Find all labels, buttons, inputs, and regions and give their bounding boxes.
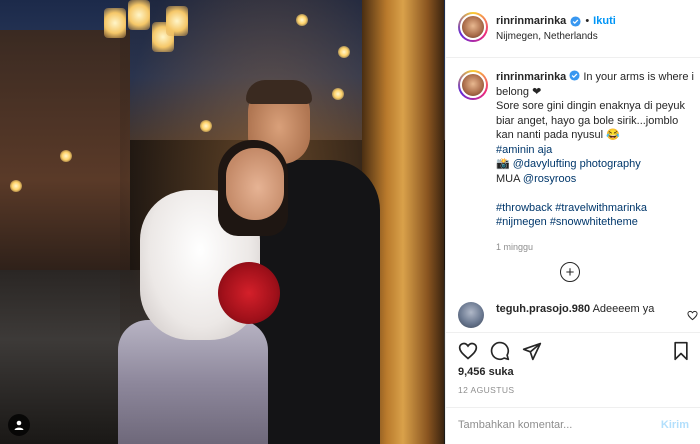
author-username[interactable]: rinrinmarinka — [496, 15, 566, 27]
separator-dot: • — [585, 15, 590, 27]
bookmark-icon[interactable] — [671, 341, 691, 361]
caption-time[interactable]: 1 minggu — [496, 242, 698, 252]
comment-text: teguh.prasojo.980 Adeeeem ya — [496, 302, 676, 316]
mention-link[interactable]: @davylufting photography — [513, 158, 641, 170]
post-location[interactable]: Nijmegen, Netherlands — [496, 31, 598, 42]
caption-username[interactable]: rinrinmarinka — [496, 71, 566, 83]
post-comment-button[interactable]: Kirim — [661, 419, 689, 431]
bookmark-button[interactable] — [671, 341, 691, 364]
hashtag-link[interactable]: #nijmegen #snowwhitetheme — [496, 216, 638, 228]
photo-woman-face — [226, 148, 284, 220]
string-light — [200, 120, 212, 132]
verified-icon — [569, 70, 580, 81]
comment-body: Adeeeem ya — [592, 303, 655, 315]
string-light — [332, 88, 344, 100]
post-header: rinrinmarinka • Ikuti Nijmegen, Netherla… — [446, 0, 700, 58]
string-light — [338, 46, 350, 58]
street-lamp — [128, 0, 150, 30]
action-icons-row — [458, 341, 542, 361]
hashtag-link[interactable]: #aminin aja — [496, 144, 552, 156]
camera-emoji-icon: 📸 — [496, 158, 510, 170]
post-photo[interactable] — [0, 0, 445, 444]
comment-input[interactable] — [458, 419, 648, 431]
caption-line-2: Sore sore gini dingin enaknya di peyuk b… — [496, 100, 685, 141]
author-avatar[interactable] — [458, 12, 488, 42]
post-caption: rinrinmarinka In your arms is where i bel… — [458, 70, 698, 252]
comment-icon[interactable] — [490, 341, 510, 361]
post-date[interactable]: 12 AGUSTUS — [458, 385, 514, 395]
user-tag-icon[interactable] — [8, 414, 30, 436]
author-name-row: rinrinmarinka • Ikuti — [496, 15, 616, 27]
verified-icon — [570, 15, 581, 27]
post-actions: 9,456 suka 12 AGUSTUS Kirim — [446, 332, 700, 444]
hashtag-link[interactable]: #throwback #travelwithmarinka — [496, 202, 647, 214]
comments-section[interactable]: rinrinmarinka In your arms is where i bel… — [446, 58, 700, 332]
like-count[interactable]: 9,456 suka — [458, 366, 514, 378]
string-light — [10, 180, 22, 192]
commenter-username[interactable]: teguh.prasojo.980 — [496, 303, 590, 315]
street-lamp — [166, 6, 188, 36]
caption-text: rinrinmarinka In your arms is where i bel… — [496, 70, 698, 230]
string-light — [60, 150, 72, 162]
follow-button[interactable]: Ikuti — [593, 15, 616, 27]
commenter-avatar[interactable] — [458, 302, 484, 328]
mua-label: MUA — [496, 172, 520, 185]
post-side-panel: rinrinmarinka • Ikuti Nijmegen, Netherla… — [445, 0, 700, 444]
street-lamp — [104, 8, 126, 38]
share-icon[interactable] — [522, 341, 542, 361]
caption-avatar[interactable] — [458, 70, 488, 100]
plus-circle-icon[interactable]: + — [560, 262, 580, 282]
photo-rose-bouquet — [218, 262, 280, 324]
comment-form: Kirim — [446, 407, 700, 444]
comment-heart-icon[interactable] — [687, 310, 698, 321]
mention-link[interactable]: @rosyroos — [523, 173, 576, 185]
heart-icon[interactable] — [458, 341, 478, 361]
comment-item: teguh.prasojo.980 Adeeeem ya — [458, 302, 698, 328]
photo-man-hair — [246, 80, 312, 104]
string-light — [296, 14, 308, 26]
